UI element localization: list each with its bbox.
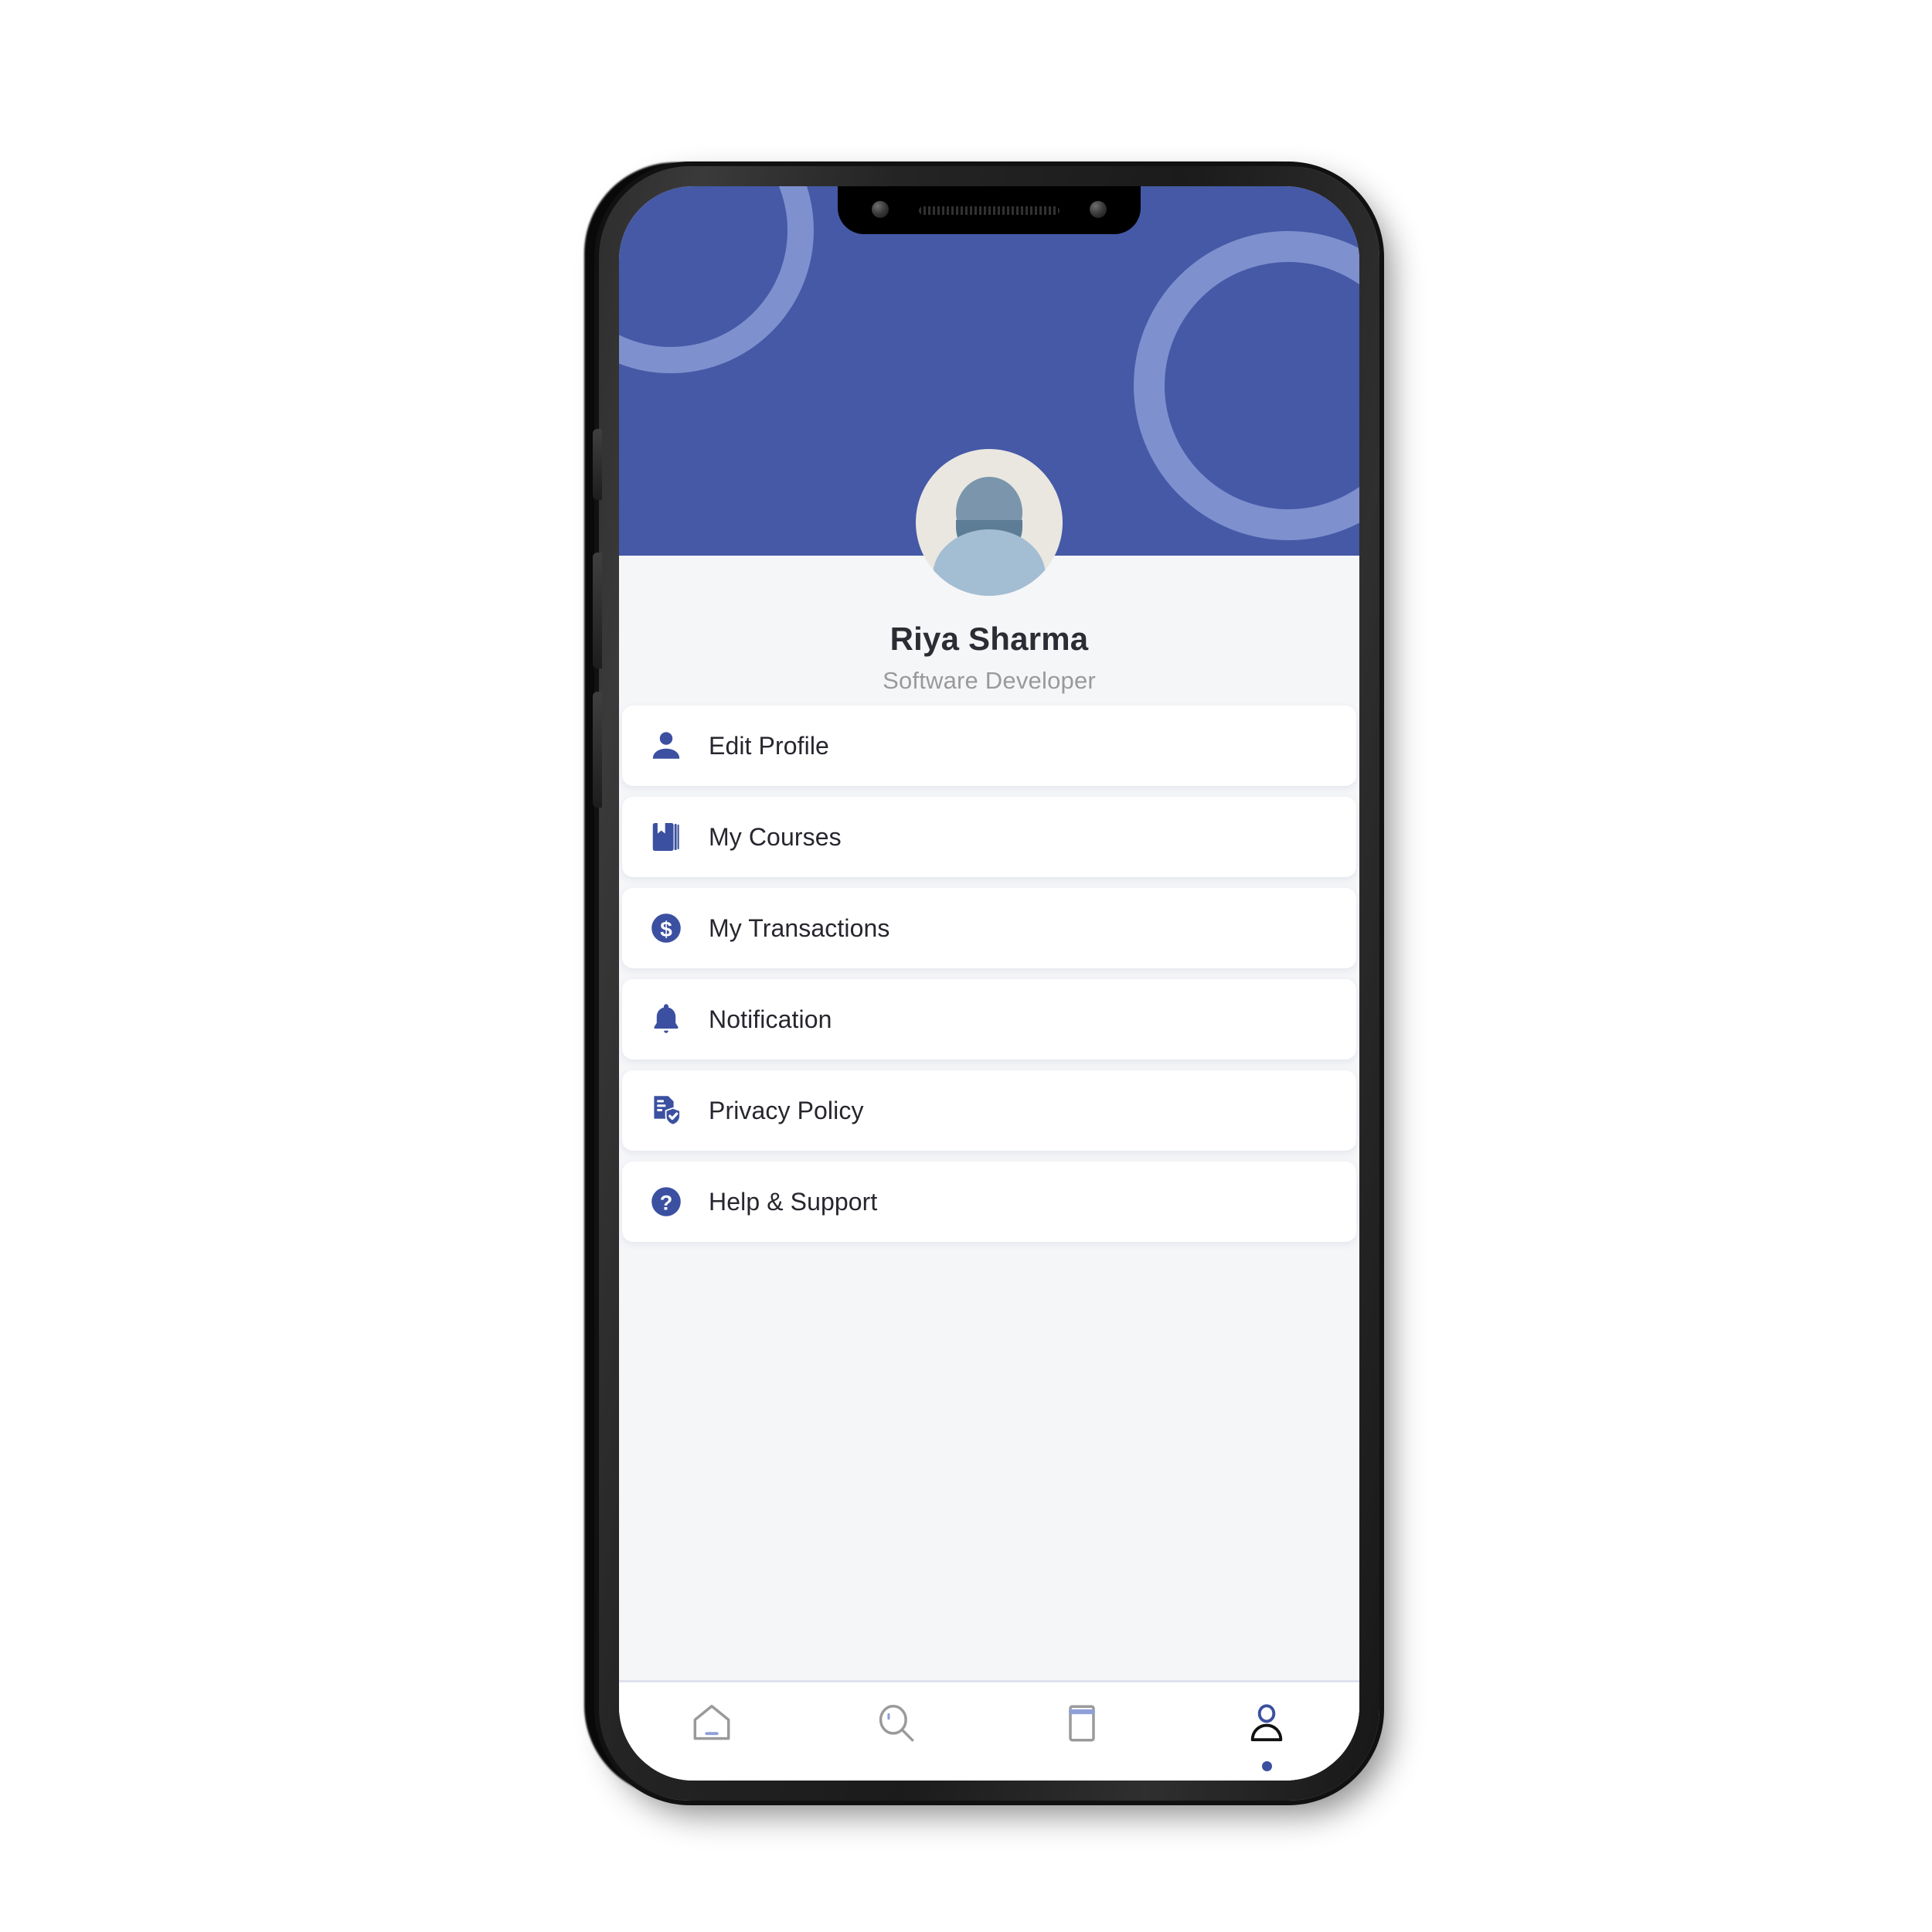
document-shield-check-icon xyxy=(645,1090,687,1131)
menu-item-label: Privacy Policy xyxy=(709,1096,864,1124)
bell-icon xyxy=(645,998,687,1040)
device-notch xyxy=(838,186,1141,234)
profile-menu-list: Edit Profile My Courses $ My Transaction… xyxy=(619,706,1359,1253)
profile-name: Riya Sharma xyxy=(889,621,1089,657)
phone-screen: Riya Sharma Software Developer Edit Prof… xyxy=(619,186,1359,1781)
speaker-grille xyxy=(919,206,1060,215)
menu-item-label: Help & Support xyxy=(709,1187,878,1216)
book-bookmark-icon xyxy=(645,816,687,858)
silent-switch[interactable] xyxy=(593,429,602,500)
decorative-ring-right xyxy=(1134,231,1359,540)
decorative-ring-top-left xyxy=(619,186,814,373)
camera-dot-left xyxy=(872,201,889,218)
avatar-shoulders xyxy=(933,529,1046,596)
svg-text:$: $ xyxy=(660,917,672,941)
nav-item-library[interactable] xyxy=(989,1699,1175,1771)
menu-item-label: My Transactions xyxy=(709,913,890,942)
profile-identity: Riya Sharma Software Developer xyxy=(619,621,1359,695)
profile-icon xyxy=(1243,1699,1291,1751)
camera-dot-right xyxy=(1090,201,1107,218)
phone-device-frame: Riya Sharma Software Developer Edit Prof… xyxy=(593,166,1379,1801)
menu-item-label: Notification xyxy=(709,1005,832,1033)
menu-item-edit-profile[interactable]: Edit Profile xyxy=(622,706,1356,786)
person-icon xyxy=(645,725,687,767)
avatar[interactable] xyxy=(916,449,1063,596)
menu-item-my-transactions[interactable]: $ My Transactions xyxy=(622,888,1356,968)
search-icon xyxy=(872,1699,920,1751)
menu-item-label: My Courses xyxy=(709,822,842,851)
question-circle-icon: ? xyxy=(645,1181,687,1223)
menu-item-help-support[interactable]: ? Help & Support xyxy=(622,1162,1356,1242)
nav-item-search[interactable] xyxy=(804,1699,990,1771)
menu-item-label: Edit Profile xyxy=(709,731,829,760)
bottom-navigation-bar xyxy=(619,1680,1359,1781)
dollar-circle-icon: $ xyxy=(645,907,687,949)
menu-item-my-courses[interactable]: My Courses xyxy=(622,797,1356,877)
volume-down-button[interactable] xyxy=(593,692,602,808)
menu-item-privacy-policy[interactable]: Privacy Policy xyxy=(622,1070,1356,1151)
svg-text:?: ? xyxy=(660,1191,673,1214)
nav-item-profile[interactable] xyxy=(1175,1699,1360,1771)
volume-up-button[interactable] xyxy=(593,553,602,668)
screenshot-canvas: Riya Sharma Software Developer Edit Prof… xyxy=(0,0,1932,1932)
book-icon xyxy=(1058,1699,1106,1751)
nav-active-indicator xyxy=(1261,1761,1272,1771)
nav-item-home[interactable] xyxy=(619,1699,804,1771)
home-icon xyxy=(688,1699,736,1751)
menu-item-notification[interactable]: Notification xyxy=(622,979,1356,1060)
profile-role: Software Developer xyxy=(883,667,1096,694)
